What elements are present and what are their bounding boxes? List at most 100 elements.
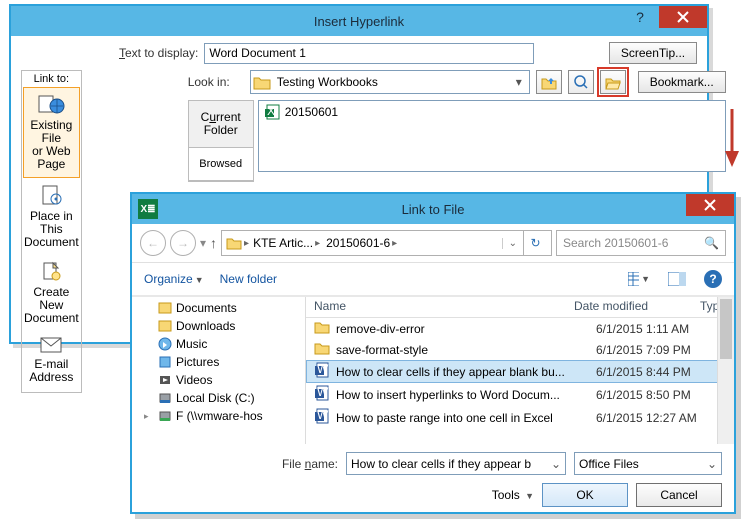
tree-icon — [158, 409, 172, 423]
link-to-header: Link to: — [22, 73, 81, 85]
breadcrumb-dropdown[interactable]: ⌄ — [502, 238, 523, 249]
tab-browsed-pages[interactable]: Browsed — [189, 148, 253, 181]
file-area: DocumentsDownloadsMusicPicturesVideosLoc… — [132, 296, 734, 444]
close-button[interactable] — [686, 194, 734, 216]
open-folder-icon — [605, 74, 621, 90]
col-name[interactable]: Name — [314, 299, 574, 313]
scrollbar-thumb[interactable] — [720, 299, 732, 359]
callout-arrow-icon — [725, 107, 742, 171]
titlebar: X≣ Link to File — [132, 194, 734, 224]
tree-item[interactable]: ▸F (\\vmware-hos — [138, 407, 305, 425]
folder-icon — [253, 74, 271, 90]
envelope-icon — [40, 337, 62, 353]
cancel-button[interactable]: Cancel — [636, 483, 722, 507]
organize-menu[interactable]: Organize▼ — [144, 272, 204, 286]
excel-app-icon: X≣ — [138, 199, 158, 219]
tree-item[interactable]: Videos — [138, 371, 305, 389]
tree-item[interactable]: Pictures — [138, 353, 305, 371]
tree-icon — [158, 391, 172, 405]
tools-menu[interactable]: Tools ▼ — [492, 488, 534, 502]
word-icon: W — [314, 408, 330, 427]
excel-file-icon: X — [265, 104, 281, 120]
look-in-label: Look in: — [188, 75, 244, 89]
svg-text:W: W — [317, 408, 329, 422]
tree-item[interactable]: Music — [138, 335, 305, 353]
breadcrumb-seg[interactable]: 20150601-6 ▸ — [324, 236, 399, 250]
tree-item[interactable]: Documents — [138, 299, 305, 317]
magnifier-globe-icon — [573, 74, 589, 90]
scrollbar[interactable] — [717, 297, 734, 444]
nav-up-button[interactable]: ↑ — [210, 235, 217, 251]
browse-for-file-button[interactable] — [600, 70, 626, 94]
browse-web-button[interactable] — [568, 70, 594, 94]
nav-tree[interactable]: DocumentsDownloadsMusicPicturesVideosLoc… — [132, 297, 306, 444]
chevron-down-icon: ▾ — [511, 75, 527, 89]
tree-icon — [158, 373, 172, 387]
file-row[interactable]: W How to paste range into one cell in Ex… — [306, 406, 734, 429]
nav-row: ← → ▾ ↑ ▸ KTE Artic... ▸ 20150601-6 ▸ ⌄ … — [132, 224, 734, 263]
folder-file-list[interactable]: X 20150601 — [258, 100, 726, 172]
window-title: Insert Hyperlink — [314, 14, 404, 29]
folder-icon — [314, 320, 330, 337]
new-folder-button[interactable]: New folder — [220, 272, 277, 286]
browse-tabs: CurrentFolder Browsed — [188, 100, 254, 182]
help-button[interactable]: ? — [704, 270, 722, 288]
tree-item[interactable]: Local Disk (C:) — [138, 389, 305, 407]
tree-icon — [158, 355, 172, 369]
file-name-input[interactable]: How to clear cells if they appear b⌄ — [346, 452, 566, 475]
word-icon: W — [314, 385, 330, 404]
rail-email-address[interactable]: E-mailAddress — [22, 331, 81, 390]
breadcrumb-seg[interactable]: KTE Artic... ▸ — [251, 236, 322, 250]
text-to-display-input[interactable] — [204, 43, 534, 64]
folder-icon — [226, 236, 242, 250]
file-entry[interactable]: X 20150601 — [265, 104, 719, 120]
rail-existing-file[interactable]: Existing Fileor Web Page — [23, 87, 80, 178]
tree-icon — [158, 337, 172, 351]
file-row[interactable]: W How to clear cells if they appear blan… — [306, 360, 734, 383]
help-button[interactable]: ? — [621, 6, 659, 28]
titlebar: Insert Hyperlink ? — [11, 6, 707, 36]
bookmark-button[interactable]: Bookmark... — [638, 71, 726, 93]
word-icon: W — [314, 362, 330, 381]
file-row[interactable]: W How to insert hyperlinks to Word Docum… — [306, 383, 734, 406]
document-target-icon — [40, 185, 62, 205]
tree-icon — [158, 319, 172, 333]
text-to-display-label: Text to display: — [119, 46, 198, 60]
view-icon — [628, 272, 639, 286]
link-to-file-dialog: X≣ Link to File ← → ▾ ↑ ▸ KTE Artic... ▸… — [130, 192, 736, 514]
folder-up-icon — [541, 74, 557, 90]
window-title: Link to File — [402, 202, 465, 217]
nav-back-button[interactable]: ← — [140, 230, 166, 256]
ok-button[interactable]: OK — [542, 483, 628, 507]
file-row[interactable]: save-format-style 6/1/2015 7:09 PM File … — [306, 339, 734, 360]
col-date[interactable]: Date modified — [574, 299, 700, 313]
toolbar: Organize▼ New folder ▼ ? — [132, 263, 734, 296]
nav-forward-button[interactable]: → — [170, 230, 196, 256]
rail-create-new-doc[interactable]: Create NewDocument — [22, 255, 81, 331]
recent-locations-chevron[interactable]: ▾ — [200, 236, 206, 250]
breadcrumb[interactable]: ▸ KTE Artic... ▸ 20150601-6 ▸ ⌄ ↻ — [221, 230, 552, 256]
file-type-filter[interactable]: Office Files⌄ — [574, 452, 722, 475]
link-to-rail: Link to: Existing Fileor Web Page Place … — [21, 70, 82, 393]
preview-pane-button[interactable] — [666, 269, 688, 289]
search-input[interactable]: Search 20150601-6 🔍 — [556, 230, 726, 256]
new-document-icon — [41, 261, 61, 281]
tree-icon — [158, 301, 172, 315]
file-row[interactable]: remove-div-error 6/1/2015 1:11 AM File f… — [306, 318, 734, 339]
tree-item[interactable]: Downloads — [138, 317, 305, 335]
tab-current-folder[interactable]: CurrentFolder — [189, 101, 253, 148]
file-name-label: File name: — [282, 457, 338, 471]
close-button[interactable] — [659, 6, 707, 28]
view-options-button[interactable]: ▼ — [628, 269, 650, 289]
folder-icon — [314, 341, 330, 358]
look-in-combo[interactable]: Testing Workbooks ▾ — [250, 70, 530, 94]
svg-text:W: W — [317, 362, 329, 376]
search-icon: 🔍 — [704, 236, 719, 250]
panel-icon — [668, 272, 686, 286]
up-one-level-button[interactable] — [536, 70, 562, 94]
refresh-button[interactable]: ↻ — [523, 231, 547, 255]
rail-place-in-doc[interactable]: Place in ThisDocument — [22, 179, 81, 255]
screentip-button[interactable]: ScreenTip... — [609, 42, 697, 64]
file-list[interactable]: Name Date modified Type remove-div-error… — [306, 297, 734, 444]
column-headers[interactable]: Name Date modified Type — [306, 297, 734, 318]
